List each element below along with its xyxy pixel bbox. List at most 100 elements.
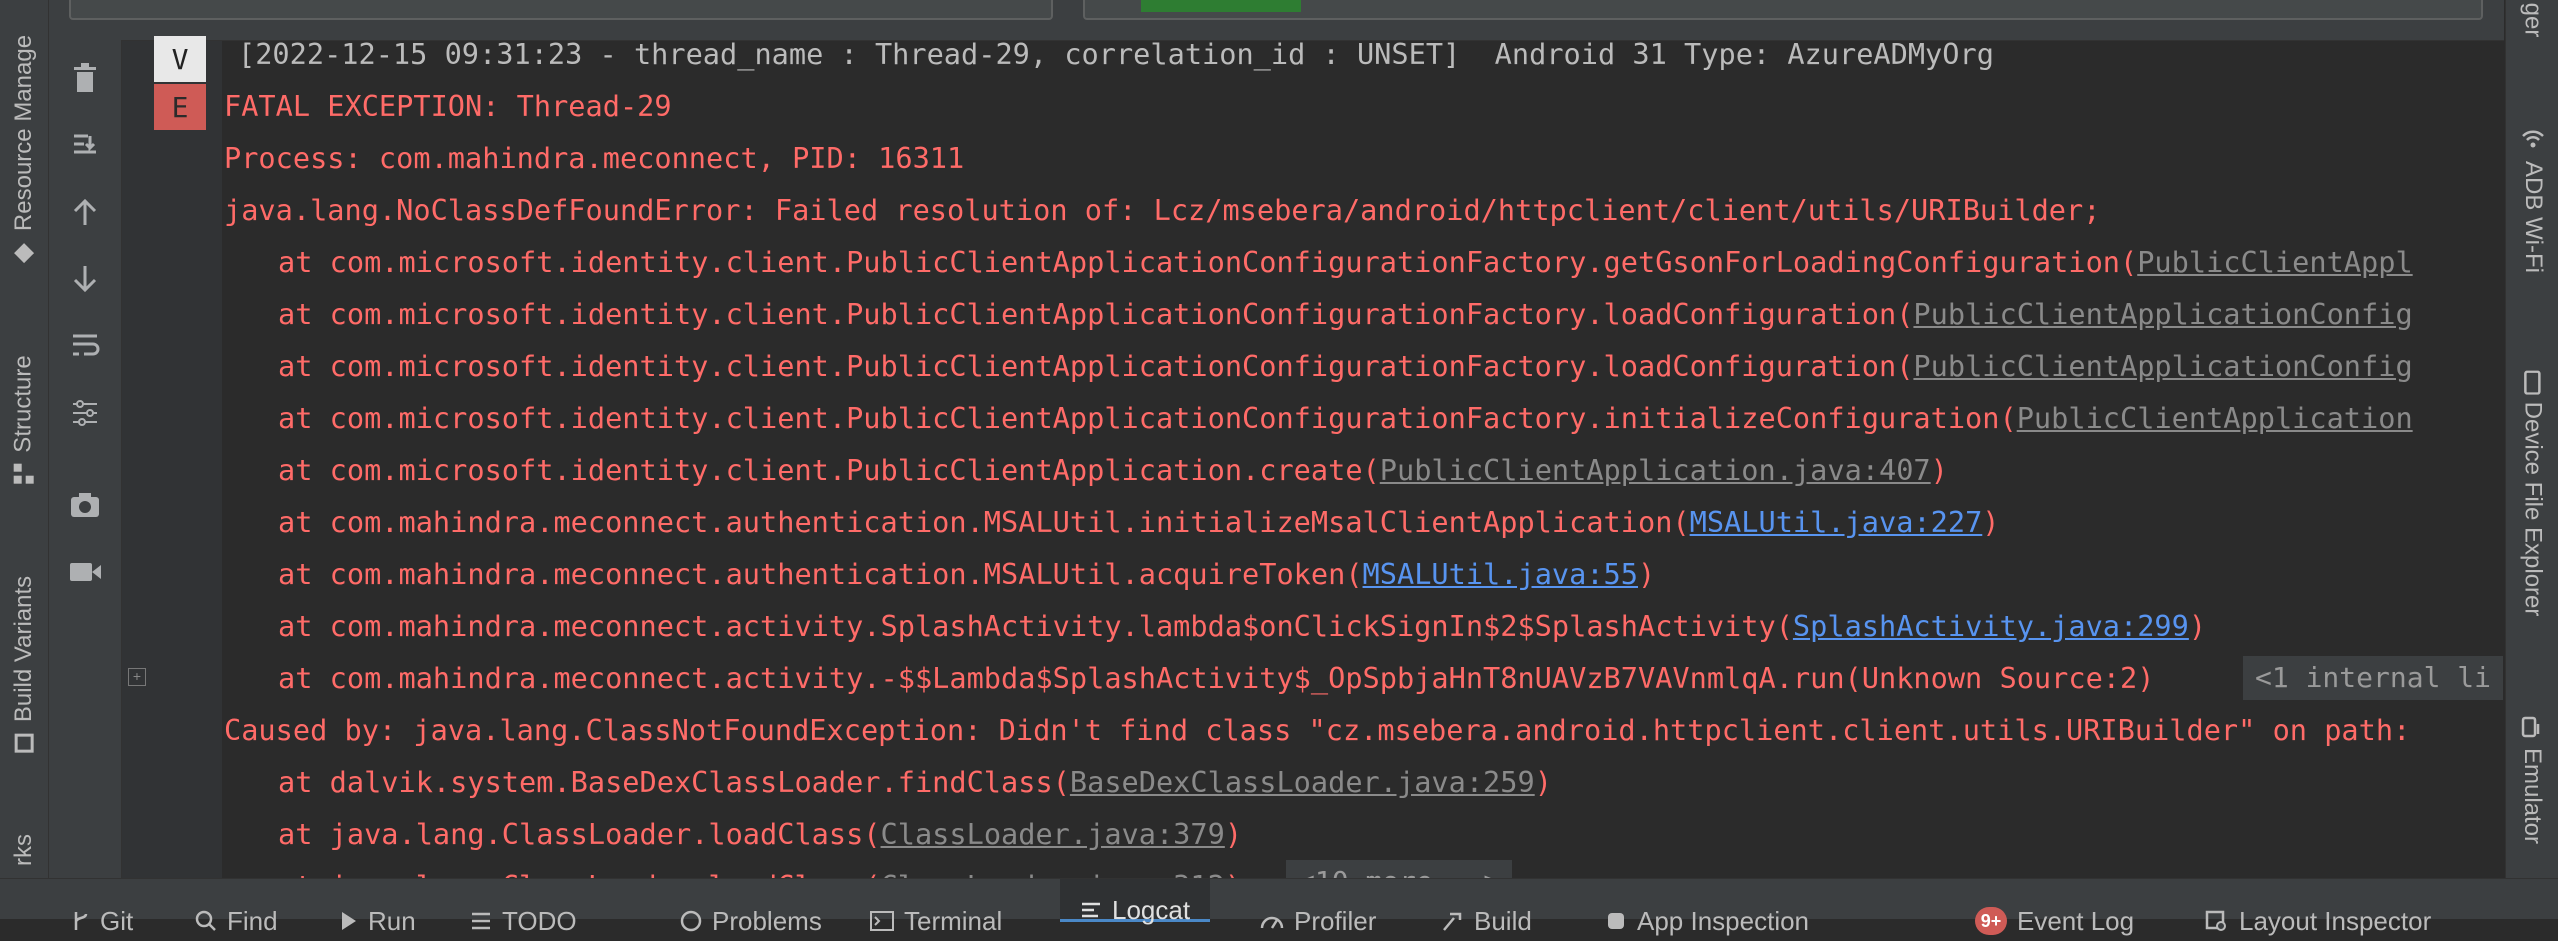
stack-frame: at com.microsoft.identity.client.PublicC… <box>278 340 2413 392</box>
run-tab-label: Run <box>368 905 416 936</box>
screen-record-button[interactable] <box>65 552 105 592</box>
folded-internal-lines[interactable]: <1 internal li <box>2243 656 2504 700</box>
search-match-highlight <box>1141 0 1301 12</box>
stack-frame: at com.microsoft.identity.client.PublicC… <box>278 392 2413 444</box>
profiler-tab[interactable]: Profiler <box>1260 901 1376 941</box>
stack-frame: at com.mahindra.meconnect.activity.Splas… <box>278 600 2206 652</box>
git-tab[interactable]: Git <box>70 901 133 941</box>
source-link[interactable]: BaseDexClassLoader.java:259 <box>1070 765 1535 799</box>
adb-wifi-tab[interactable]: ADB Wi-Fi <box>2506 100 2558 300</box>
source-link[interactable]: PublicClientAppl <box>2137 245 2412 279</box>
resource-manager-tab[interactable]: Resource Manage <box>0 0 48 300</box>
find-tab[interactable]: Find <box>195 901 278 941</box>
folded-more-lines[interactable]: <10 more...> <box>1286 860 1513 878</box>
scroll-to-end-button[interactable] <box>65 125 105 165</box>
stack-frame-text: at dalvik.system.BaseDexClassLoader.find… <box>278 765 1070 799</box>
git-tab-label: Git <box>100 905 134 936</box>
event-log-icon: 9+ <box>1975 907 2007 935</box>
terminal-tab-label: Terminal <box>904 905 1003 936</box>
stack-frame-suffix: ) <box>1224 817 1243 851</box>
problems-tab-label: Problems <box>712 905 822 936</box>
expand-fold-icon[interactable]: + <box>128 668 146 686</box>
source-link[interactable]: PublicClientApplication <box>2017 401 2413 435</box>
source-link[interactable]: PublicClientApplicationConfig <box>1913 297 2412 331</box>
stack-frame: at dalvik.system.BaseDexClassLoader.find… <box>278 756 1552 808</box>
source-link[interactable]: SplashActivity.java:299 <box>1793 609 2189 643</box>
camera-icon <box>71 493 99 517</box>
source-link[interactable]: PublicClientApplicationConfig <box>1913 349 2412 383</box>
stack-frame-text: at com.mahindra.meconnect.authentication… <box>278 557 1363 591</box>
stack-frame-text: at com.mahindra.meconnect.activity.Splas… <box>278 609 1793 643</box>
logcat-tab[interactable]: Logcat <box>1060 879 1211 925</box>
stack-frame-suffix: ) <box>1534 765 1552 799</box>
event-log-tab[interactable]: 9+ Event Log <box>1975 901 2134 941</box>
source-link[interactable]: MSALUtil.java:227 <box>1690 505 1983 539</box>
build-tab[interactable]: Build <box>1440 901 1532 941</box>
resource-manager-icon <box>14 243 34 264</box>
hammer-icon <box>1443 912 1462 931</box>
stack-frame: at java.lang.ClassLoader.loadClass(Class… <box>278 808 1242 860</box>
wifi-icon <box>2521 130 2544 148</box>
adb-wifi-label: ADB Wi-Fi <box>2519 161 2547 273</box>
log-line: Caused by: java.lang.ClassNotFoundExcept… <box>224 713 2411 747</box>
run-tab[interactable]: Run <box>340 901 416 941</box>
previous-occurrence-button[interactable] <box>65 192 105 232</box>
stack-frame: at com.mahindra.meconnect.authentication… <box>278 496 2000 548</box>
app-inspection-tab-label: App Inspection <box>1637 905 1810 936</box>
bottom-tool-bar: Git Find Run TODO Problems Terminal Logc… <box>0 878 2558 936</box>
source-link[interactable]: PublicClientApplication.java:407 <box>1380 453 1931 487</box>
right-tool-stripe: ger ADB Wi-Fi Device File Explorer Emula… <box>2505 0 2558 878</box>
stack-frame: at com.microsoft.identity.client.PublicC… <box>278 236 2413 288</box>
stack-frame-text: at com.microsoft.identity.client.PublicC… <box>278 401 2017 435</box>
soft-wrap-button[interactable] <box>65 326 105 366</box>
left-tool-stripe: Resource Manage Structure Build Variants… <box>0 0 49 878</box>
next-occurrence-button[interactable] <box>65 259 105 299</box>
stack-frame: at com.microsoft.identity.client.PublicC… <box>278 288 2413 340</box>
device-manager-tab[interactable]: ger <box>2506 0 2558 80</box>
stack-frame-text: at com.microsoft.identity.client.PublicC… <box>278 349 1914 383</box>
clear-logcat-button[interactable] <box>65 58 105 98</box>
build-variants-label: Build Variants <box>10 575 38 723</box>
stack-frame: at com.mahindra.meconnect.authentication… <box>278 548 1655 600</box>
emulator-tab[interactable]: Emulator <box>2506 690 2558 870</box>
terminal-tab[interactable]: Terminal <box>870 901 1002 941</box>
build-tab-label: Build <box>1474 905 1532 936</box>
error-level-badge: E <box>154 84 206 130</box>
layout-inspector-tab[interactable]: Layout Inspector <box>2205 901 2431 941</box>
stack-frame-suffix: ) <box>1638 557 1656 591</box>
soft-wrap-icon <box>73 334 100 356</box>
device-file-explorer-tab[interactable]: Device File Explorer <box>2506 330 2558 660</box>
screen-capture-button[interactable] <box>65 485 105 525</box>
profiler-tab-label: Profiler <box>1294 905 1377 936</box>
stack-frame-suffix: ) <box>1225 869 1242 878</box>
device-manager-label: ger <box>2519 2 2547 38</box>
terminal-icon <box>870 911 894 931</box>
todo-tab[interactable]: TODO <box>470 901 577 941</box>
logcat-settings-button[interactable] <box>65 393 105 433</box>
list-icon <box>472 912 490 930</box>
bookmarks-tab[interactable]: rks <box>0 820 48 880</box>
build-variants-icon <box>14 733 34 753</box>
problems-tab[interactable]: Problems <box>680 901 822 941</box>
source-link[interactable]: ClassLoader.java:379 <box>881 817 1225 851</box>
source-link[interactable]: MSALUtil.java:55 <box>1363 557 1638 591</box>
build-variants-tab[interactable]: Build Variants <box>0 545 48 785</box>
log-filter-input[interactable] <box>69 0 1053 20</box>
emulator-icon <box>2522 716 2540 738</box>
source-link[interactable]: ClassLoader.java:312 <box>881 869 1225 878</box>
app-inspection-tab[interactable]: App Inspection <box>1605 901 1809 941</box>
structure-tab[interactable]: Structure <box>0 320 48 520</box>
event-log-tab-label: Event Log <box>2017 905 2135 936</box>
video-icon <box>70 563 101 581</box>
bookmarks-label: rks <box>10 834 37 866</box>
stack-frame-text: at java.lang.ClassLoader.loadClass( <box>278 817 881 851</box>
fold-gutter <box>122 41 222 878</box>
stack-frame-text: at com.microsoft.identity.client.PublicC… <box>278 453 1380 487</box>
stack-frame: at com.microsoft.identity.client.PublicC… <box>278 444 1948 496</box>
logcat-tab-label: Logcat <box>1112 894 1191 925</box>
profiler-icon <box>1260 916 1284 929</box>
device-icon <box>2524 370 2541 395</box>
search-input[interactable] <box>1083 0 2483 20</box>
scroll-to-end-icon <box>74 134 96 154</box>
find-tab-label: Find <box>227 905 278 936</box>
